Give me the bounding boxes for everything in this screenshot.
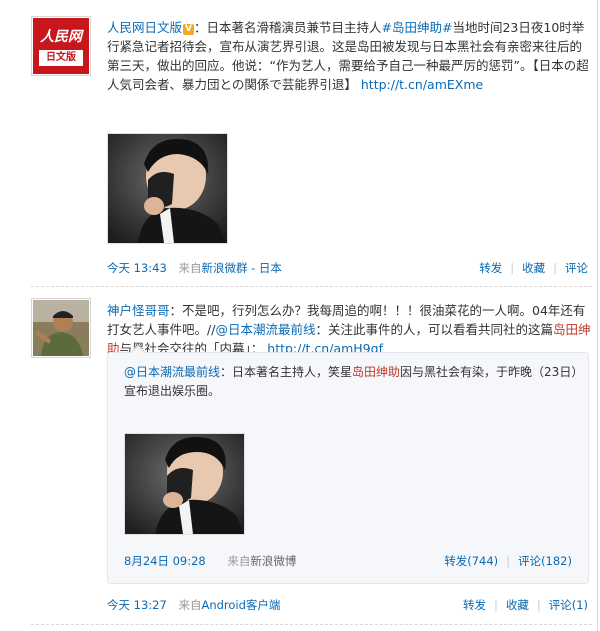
scroll-track[interactable] <box>597 0 598 631</box>
highlighted-name: 岛田绅助 <box>352 365 401 379</box>
quoted-actions: 转发(744) | 评论(182) <box>444 553 572 569</box>
post-shenhu: 神户怪哥哥：不是吧，行列怎么办？我每周追的啊！！！很油菜花的一人啊。04年还有打… <box>0 0 596 631</box>
quoted-time[interactable]: 8月24日 09:28 <box>124 554 206 568</box>
user-photo-icon <box>33 300 89 356</box>
quoted-source: 新浪微博 <box>250 554 297 568</box>
quoted-image[interactable] <box>124 433 245 535</box>
source-prefix: 来自 <box>178 598 202 612</box>
quoted-forward-button[interactable]: 转发(744) <box>444 554 498 568</box>
favorite-button[interactable]: 收藏 <box>506 598 529 612</box>
post-text-part: ：关注此事件的人，可以看看共同社的这篇 <box>315 322 553 337</box>
mention-link[interactable]: @日本潮流最前线 <box>215 322 315 337</box>
action-separator: | <box>536 598 541 612</box>
post-divider <box>31 624 592 625</box>
quoted-post: @日本潮流最前线：日本著名主持人，笑星岛田绅助因与黑社会有染，于昨晚（23日）宣… <box>107 345 589 584</box>
post-time[interactable]: 今天 13:27 <box>107 598 167 612</box>
author-name[interactable]: 神户怪哥哥 <box>107 303 170 318</box>
forward-button[interactable]: 转发 <box>463 598 486 612</box>
quoted-text-part: ：日本著名主持人，笑星 <box>220 365 353 379</box>
source-link[interactable]: Android客户端 <box>201 598 280 612</box>
quoted-author[interactable]: @日本潮流最前线 <box>124 365 220 379</box>
post-text: 神户怪哥哥：不是吧，行列怎么办？我每周追的啊！！！很油菜花的一人啊。04年还有打… <box>107 301 592 358</box>
quote-arrow-inner <box>131 347 145 354</box>
quoted-meta: 8月24日 09:28 来自新浪微博 <box>124 553 296 569</box>
post-meta: 今天 13:27 来自Android客户端 <box>107 597 280 613</box>
photo-man-wiping-eyes-icon <box>125 434 244 534</box>
quoted-comment-button[interactable]: 评论(182) <box>518 554 572 568</box>
action-separator: | <box>493 598 498 612</box>
source-prefix: 来自 <box>227 554 251 568</box>
comment-button[interactable]: 评论(1) <box>549 598 588 612</box>
post-actions: 转发 | 收藏 | 评论(1) <box>463 597 588 613</box>
action-separator: | <box>506 554 511 568</box>
quoted-text: @日本潮流最前线：日本著名主持人，笑星岛田绅助因与黑社会有染，于昨晚（23日）宣… <box>124 363 579 401</box>
avatar-shenhu[interactable] <box>31 298 91 358</box>
weibo-feed: 人民网 日文版 人民网日文版 V ：日本著名滑稽演员兼节目主持人#岛田绅助#当地时间… <box>0 0 600 631</box>
